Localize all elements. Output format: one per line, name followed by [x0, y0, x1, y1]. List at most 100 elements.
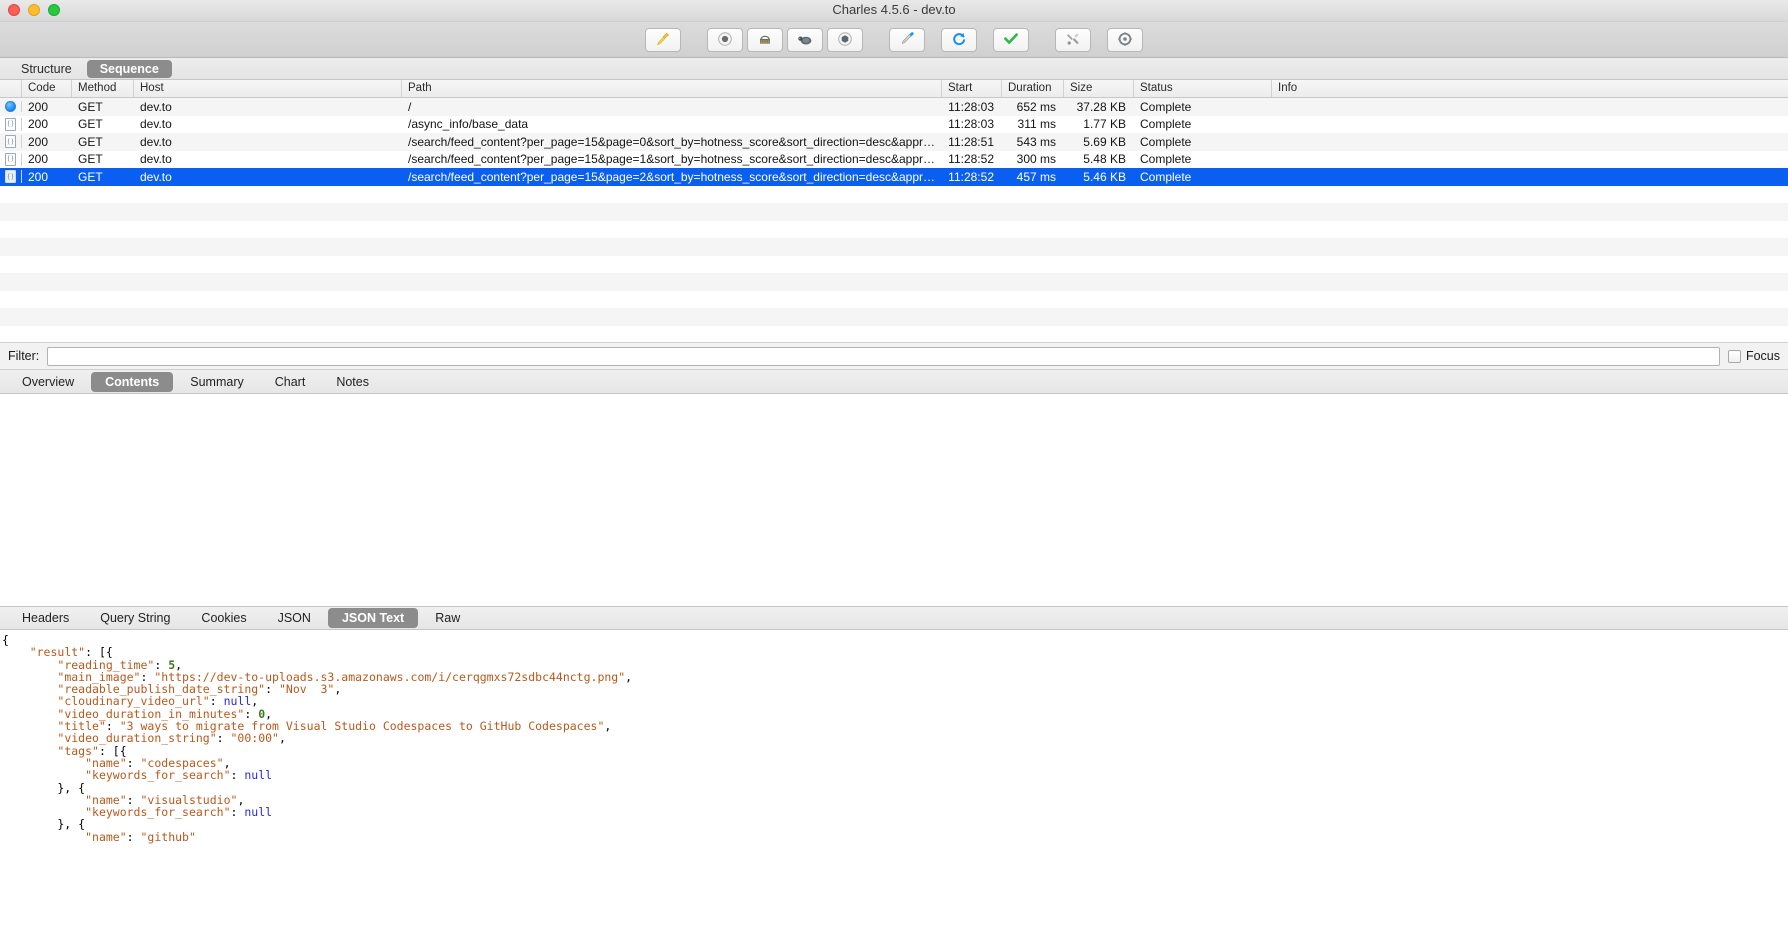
tab-overview[interactable]: Overview [8, 372, 88, 392]
table-row[interactable]: { }200GETdev.to/async_info/base_data11:2… [0, 116, 1788, 134]
tab-cookies[interactable]: Cookies [187, 608, 260, 628]
tab-summary[interactable]: Summary [176, 372, 257, 392]
column-header-start[interactable]: Start [942, 80, 1002, 97]
table-row[interactable]: 200GETdev.to/11:28:03652 ms37.28 KBCompl… [0, 98, 1788, 116]
main-toolbar [0, 22, 1788, 58]
cell-method: GET [72, 100, 134, 114]
cell-dur: 652 ms [1002, 100, 1064, 114]
validate-button[interactable] [993, 28, 1029, 52]
table-empty-row [0, 221, 1788, 239]
response-body-tabs: Headers Query String Cookies JSON JSON T… [0, 606, 1788, 630]
focus-checkbox[interactable] [1728, 350, 1741, 363]
cell-code: 200 [22, 135, 72, 149]
cell-path: /search/feed_content?per_page=15&page=2&… [402, 170, 942, 184]
json-document-icon: { } [5, 170, 16, 183]
table-row[interactable]: { }200GETdev.to/search/feed_content?per_… [0, 168, 1788, 186]
row-type-icon-cell: { } [0, 153, 22, 166]
request-table: Code Method Host Path Start Duration Siz… [0, 80, 1788, 342]
tab-json[interactable]: JSON [264, 608, 325, 628]
column-header-info[interactable]: Info [1272, 80, 1782, 97]
cell-method: GET [72, 135, 134, 149]
throttle-button[interactable] [747, 28, 783, 52]
view-mode-tabs: Structure Sequence [0, 58, 1788, 80]
column-header-path[interactable]: Path [402, 80, 942, 97]
request-detail-pane [0, 394, 1788, 606]
cell-size: 5.69 KB [1064, 135, 1134, 149]
refresh-icon [951, 31, 967, 49]
cell-dur: 543 ms [1002, 135, 1064, 149]
window-title: Charles 4.5.6 - dev.to [0, 2, 1788, 17]
table-body: 200GETdev.to/11:28:03652 ms37.28 KBCompl… [0, 98, 1788, 342]
detail-tabs: Overview Contents Summary Chart Notes [0, 370, 1788, 394]
column-header-host[interactable]: Host [134, 80, 402, 97]
cell-code: 200 [22, 152, 72, 166]
column-header-status[interactable]: Status [1134, 80, 1272, 97]
json-line: }, { [2, 818, 1788, 830]
filter-input[interactable] [47, 347, 1720, 366]
cell-host: dev.to [134, 135, 402, 149]
tab-sequence[interactable]: Sequence [87, 60, 172, 78]
breakpoints-button[interactable] [787, 28, 823, 52]
checkmark-icon [1003, 31, 1019, 49]
cell-path: /search/feed_content?per_page=15&page=1&… [402, 152, 942, 166]
tab-contents[interactable]: Contents [91, 372, 173, 392]
json-line: }, { [2, 782, 1788, 794]
tab-notes[interactable]: Notes [322, 372, 383, 392]
cell-method: GET [72, 152, 134, 166]
cell-host: dev.to [134, 170, 402, 184]
cell-start: 11:28:52 [942, 152, 1002, 166]
focus-control[interactable]: Focus [1728, 349, 1780, 363]
table-header-row: Code Method Host Path Start Duration Siz… [0, 80, 1788, 98]
cell-size: 37.28 KB [1064, 100, 1134, 114]
column-header-duration[interactable]: Duration [1002, 80, 1064, 97]
settings-button[interactable] [1055, 28, 1091, 52]
column-header-method[interactable]: Method [72, 80, 134, 97]
record-button[interactable] [707, 28, 743, 52]
table-row[interactable]: { }200GETdev.to/search/feed_content?per_… [0, 151, 1788, 169]
tab-json-text[interactable]: JSON Text [328, 608, 418, 628]
table-empty-row [0, 256, 1788, 274]
turtle-icon [797, 31, 814, 49]
json-line: "name": "github" [2, 831, 1788, 843]
tab-chart[interactable]: Chart [261, 372, 320, 392]
json-code-block: { "result": [{ "reading_time": 5, "main_… [2, 634, 1788, 843]
compose-button[interactable] [827, 28, 863, 52]
json-line: "readable_publish_date_string": "Nov 3", [2, 683, 1788, 695]
cell-method: GET [72, 117, 134, 131]
json-document-icon: { } [5, 135, 16, 148]
clear-session-button[interactable] [645, 28, 681, 52]
blue-dot-icon [5, 101, 16, 112]
tab-headers[interactable]: Headers [8, 608, 83, 628]
filter-label: Filter: [8, 349, 39, 363]
table-row[interactable]: { }200GETdev.to/search/feed_content?per_… [0, 133, 1788, 151]
json-text-view[interactable]: { "result": [{ "reading_time": 5, "main_… [0, 630, 1788, 940]
table-empty-row [0, 326, 1788, 343]
cell-dur: 311 ms [1002, 117, 1064, 131]
preferences-button[interactable] [1107, 28, 1143, 52]
cell-status: Complete [1134, 152, 1272, 166]
cell-status: Complete [1134, 170, 1272, 184]
cell-size: 5.48 KB [1064, 152, 1134, 166]
column-header-code[interactable]: Code [22, 80, 72, 97]
cell-start: 11:28:03 [942, 100, 1002, 114]
cell-method: GET [72, 170, 134, 184]
cell-host: dev.to [134, 117, 402, 131]
column-header-size[interactable]: Size [1064, 80, 1134, 97]
cell-path: /async_info/base_data [402, 117, 942, 131]
column-header-icon[interactable] [0, 80, 22, 97]
table-empty-row [0, 273, 1788, 291]
tab-query-string[interactable]: Query String [86, 608, 184, 628]
tab-raw[interactable]: Raw [421, 608, 474, 628]
json-line: "tags": [{ [2, 745, 1788, 757]
cell-dur: 300 ms [1002, 152, 1064, 166]
cell-start: 11:28:51 [942, 135, 1002, 149]
json-line: { [2, 634, 1788, 646]
repeat-button[interactable] [941, 28, 977, 52]
pen-icon [899, 31, 916, 49]
cell-code: 200 [22, 117, 72, 131]
broom-icon [655, 31, 671, 49]
row-type-icon-cell: { } [0, 135, 22, 148]
table-empty-row [0, 291, 1788, 309]
tools-button[interactable] [889, 28, 925, 52]
tab-structure[interactable]: Structure [8, 60, 85, 78]
